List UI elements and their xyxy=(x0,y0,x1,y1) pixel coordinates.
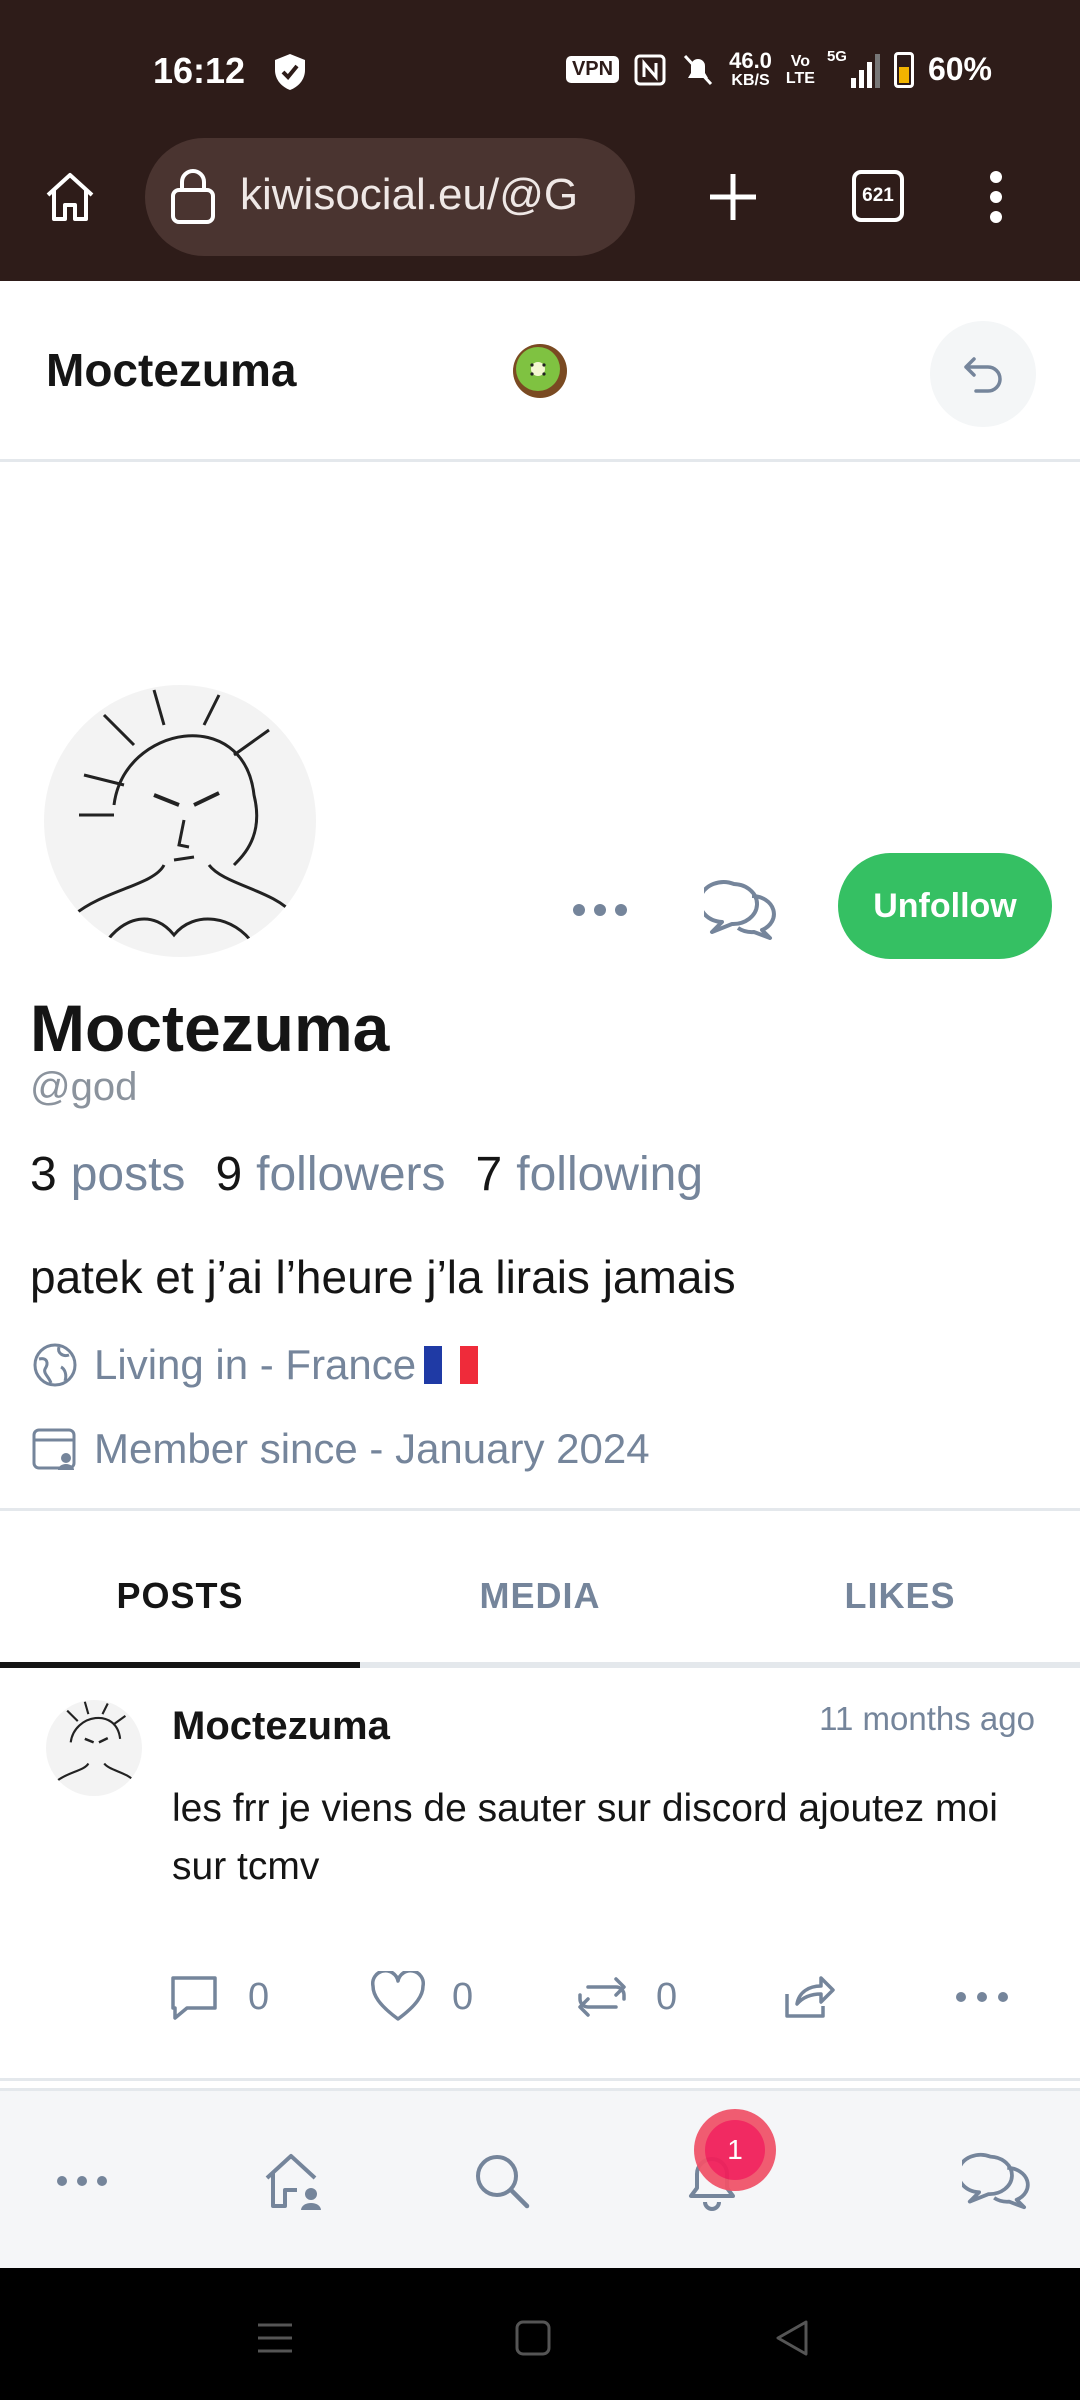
back-button[interactable] xyxy=(930,321,1036,427)
browser-chrome: 16:12 VPN 46.0 KB/S Vo LTE 5G 60% kiwiso… xyxy=(0,0,1080,281)
more-horizontal-icon xyxy=(57,2176,107,2186)
new-tab-button[interactable] xyxy=(688,152,778,242)
tabs-button[interactable]: 621 xyxy=(852,170,904,222)
nav-messages[interactable] xyxy=(956,2141,1036,2221)
post-timestamp: 11 months ago xyxy=(819,1700,1035,1737)
repost-button[interactable]: 0 xyxy=(572,1962,677,2032)
posts-stat[interactable]: 3 posts xyxy=(30,1147,185,1202)
share-button[interactable] xyxy=(780,1962,864,2032)
followers-stat[interactable]: 9 followers xyxy=(215,1147,445,1202)
post-text: les frr je viens de sauter sur discord a… xyxy=(172,1787,998,1888)
square-icon xyxy=(515,2320,551,2356)
profile-more-button[interactable] xyxy=(560,870,640,950)
more-horizontal-icon xyxy=(573,904,627,916)
tab-likes[interactable]: LIKES xyxy=(720,1575,1080,1617)
calendar-user-icon xyxy=(30,1424,80,1474)
like-count: 0 xyxy=(452,1975,474,2018)
status-time: 16:12 xyxy=(153,50,246,91)
avatar-sketch xyxy=(73,689,296,946)
url-text[interactable]: kiwisocial.eu/@G xyxy=(240,170,620,220)
page-title: Moctezuma xyxy=(46,344,297,396)
signal-icon: 5G xyxy=(827,48,880,88)
back-triangle-icon xyxy=(776,2320,808,2356)
chat-bubbles-icon xyxy=(962,2152,1030,2210)
profile-handle: @god xyxy=(30,1065,138,1109)
nav-home[interactable] xyxy=(254,2141,334,2221)
lock-icon xyxy=(171,169,215,224)
page-header: Moctezuma xyxy=(0,281,1080,462)
status-bar: 16:12 VPN 46.0 KB/S Vo LTE 5G 60% xyxy=(0,0,1080,140)
nav-search[interactable] xyxy=(462,2141,542,2221)
following-stat[interactable]: 7 following xyxy=(476,1147,703,1202)
post-avatar-sketch xyxy=(55,1701,136,1783)
browser-menu-button[interactable] xyxy=(951,152,1041,242)
volte: Vo LTE xyxy=(785,52,815,87)
mute-bell-icon xyxy=(683,54,713,85)
repost-icon xyxy=(572,1967,632,2027)
heart-icon xyxy=(368,1967,428,2027)
message-button[interactable] xyxy=(698,868,782,952)
recents-button[interactable] xyxy=(245,2308,305,2368)
active-tab-indicator xyxy=(0,1662,360,1668)
nav-more[interactable] xyxy=(42,2141,122,2221)
tab-posts[interactable]: POSTS xyxy=(0,1575,360,1617)
url-bar[interactable]: kiwisocial.eu/@G xyxy=(145,138,635,256)
kiwi-icon xyxy=(513,344,567,398)
tab-media[interactable]: MEDIA xyxy=(360,1575,720,1617)
profile-bio: patek et j’ai l’heure j’la lirais jamais xyxy=(30,1251,736,1303)
search-icon xyxy=(476,2155,530,2209)
section-divider xyxy=(0,1508,1080,1511)
home-icon xyxy=(46,173,94,221)
like-button[interactable]: 0 xyxy=(368,1962,473,2032)
post-avatar[interactable] xyxy=(46,1700,142,1796)
comment-icon xyxy=(164,1967,224,2027)
post-more-button[interactable] xyxy=(952,1962,1036,2032)
status-right: VPN 46.0 KB/S Vo LTE 5G 60% xyxy=(565,48,992,90)
home-user-icon xyxy=(265,2154,321,2210)
bottom-nav xyxy=(0,2088,1080,2268)
more-horizontal-icon xyxy=(952,1967,1012,2027)
plus-icon xyxy=(710,174,756,220)
chat-bubbles-icon xyxy=(704,880,776,940)
profile-member-since: Member since - January 2024 xyxy=(30,1424,650,1474)
france-flag-icon xyxy=(424,1346,479,1384)
repost-count: 0 xyxy=(656,1975,678,2018)
profile-display-name: Moctezuma xyxy=(30,991,390,1065)
profile-location: Living in - France xyxy=(30,1340,479,1390)
home-button[interactable] xyxy=(25,152,115,242)
shield-icon xyxy=(275,54,305,90)
system-nav-bar xyxy=(0,2268,1080,2400)
menu-lines-icon xyxy=(258,2323,292,2353)
net-speed: 46.0 KB/S xyxy=(729,48,772,90)
system-back-button[interactable] xyxy=(762,2308,822,2368)
comment-count: 0 xyxy=(248,1975,270,2018)
notifications-badge[interactable]: 1 xyxy=(694,2109,776,2191)
undo-arrow-icon xyxy=(964,357,1002,393)
comment-button[interactable]: 0 xyxy=(164,1962,269,2032)
share-icon xyxy=(780,1967,840,2027)
battery-percent: 60% xyxy=(927,51,992,87)
unfollow-button[interactable]: Unfollow xyxy=(838,853,1052,959)
kebab-menu-icon xyxy=(990,171,1002,223)
battery-icon xyxy=(893,51,914,88)
nfc-icon xyxy=(634,54,666,85)
system-home-button[interactable] xyxy=(503,2308,563,2368)
post-divider xyxy=(0,2078,1080,2081)
globe-icon xyxy=(30,1340,80,1390)
post-author[interactable]: Moctezuma xyxy=(172,1704,390,1749)
vpn-badge: VPN xyxy=(565,56,620,83)
profile-stats: 3 posts 9 followers 7 following xyxy=(30,1147,703,1202)
profile-avatar xyxy=(44,685,316,957)
